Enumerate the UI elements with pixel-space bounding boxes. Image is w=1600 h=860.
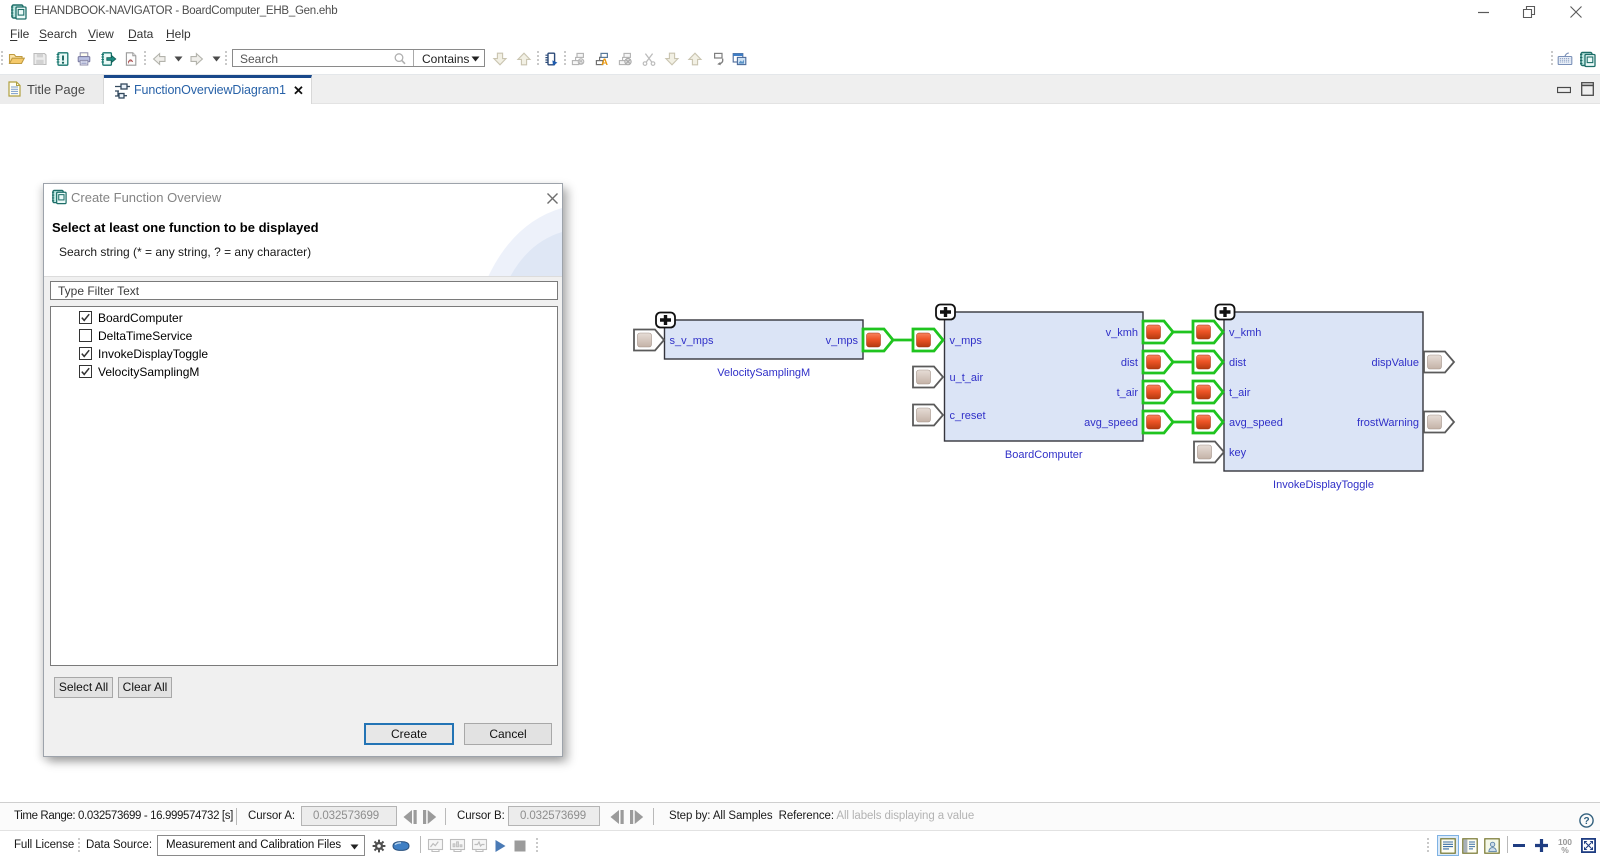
svg-text:dist: dist bbox=[1229, 357, 1246, 369]
svg-text:avg_speed: avg_speed bbox=[1084, 417, 1138, 429]
svg-text:t_air: t_air bbox=[1229, 387, 1251, 399]
svg-text:A: A bbox=[601, 57, 608, 67]
svg-text:v_kmh: v_kmh bbox=[1106, 327, 1138, 339]
svg-text:avg_speed: avg_speed bbox=[1229, 417, 1283, 429]
svg-text:u_t_air: u_t_air bbox=[950, 372, 984, 384]
svg-text:t_air: t_air bbox=[1117, 387, 1139, 399]
svg-text:?: ? bbox=[1583, 816, 1589, 827]
svg-text:InvokeDisplayToggle: InvokeDisplayToggle bbox=[1273, 479, 1374, 491]
svg-text:s_v_mps: s_v_mps bbox=[670, 335, 715, 347]
svg-text:c_reset: c_reset bbox=[950, 410, 986, 422]
svg-text:v_kmh: v_kmh bbox=[1229, 327, 1261, 339]
svg-text:dispValue: dispValue bbox=[1372, 357, 1420, 369]
svg-text:frostWarning: frostWarning bbox=[1357, 417, 1419, 429]
svg-text:BoardComputer: BoardComputer bbox=[1005, 449, 1083, 461]
svg-text:v_mps: v_mps bbox=[826, 335, 859, 347]
svg-text:dist: dist bbox=[1121, 357, 1138, 369]
svg-text:v_mps: v_mps bbox=[950, 335, 983, 347]
svg-text:VelocitySamplingM: VelocitySamplingM bbox=[717, 367, 810, 379]
svg-text:key: key bbox=[1229, 447, 1247, 459]
svg-text:B: B bbox=[579, 60, 583, 66]
